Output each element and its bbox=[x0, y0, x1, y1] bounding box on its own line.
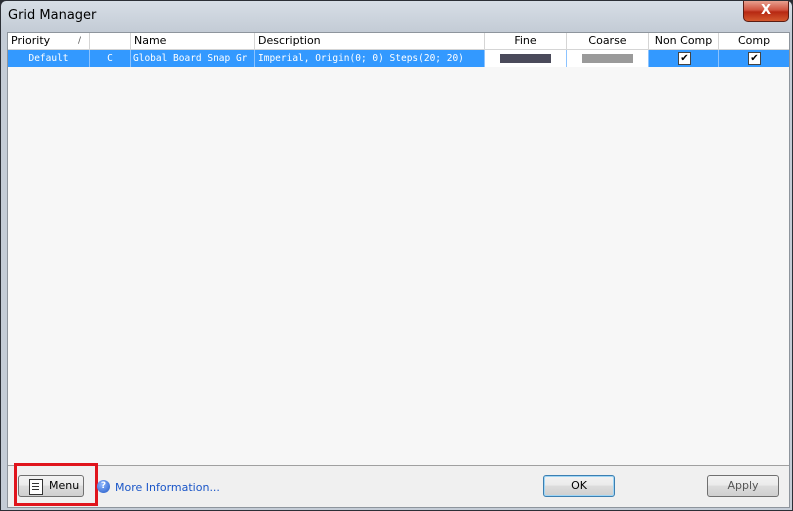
cell-non-comp: ✔ bbox=[649, 50, 719, 67]
grid-table[interactable]: Priority / Name Description Fine Coarse bbox=[8, 33, 789, 466]
column-header-fine[interactable]: Fine bbox=[485, 33, 567, 49]
cell-fine[interactable] bbox=[485, 50, 567, 67]
cell-comp: ✔ bbox=[719, 50, 789, 67]
cell-coarse[interactable] bbox=[567, 50, 649, 67]
close-icon: X bbox=[760, 3, 772, 18]
column-header-priority[interactable]: Priority / bbox=[8, 33, 90, 49]
window-title: Grid Manager bbox=[8, 8, 97, 23]
column-header-label: Coarse bbox=[588, 34, 627, 47]
column-header-description[interactable]: Description bbox=[255, 33, 485, 49]
cell-description: Imperial, Origin(0; 0) Steps(20; 20) bbox=[255, 50, 485, 67]
column-header-label: Comp bbox=[737, 34, 771, 47]
column-header-label: Non Comp bbox=[654, 34, 713, 47]
more-information-link[interactable]: More Information... bbox=[115, 481, 220, 494]
ok-button-label: OK bbox=[571, 479, 587, 492]
dialog-client-area: Priority / Name Description Fine Coarse bbox=[7, 32, 790, 508]
column-header-comp[interactable]: Comp bbox=[719, 33, 789, 49]
title-bar[interactable]: Grid Manager X bbox=[1, 1, 792, 31]
comp-checkbox[interactable]: ✔ bbox=[748, 52, 761, 65]
fine-color-swatch[interactable] bbox=[500, 54, 551, 63]
table-row[interactable]: Default C Global Board Snap Gr Imperial,… bbox=[8, 50, 789, 67]
table-header: Priority / Name Description Fine Coarse bbox=[8, 33, 789, 50]
column-header-name[interactable]: Name bbox=[131, 33, 255, 49]
close-button[interactable]: X bbox=[743, 1, 789, 22]
cell-name: Global Board Snap Gr bbox=[131, 50, 255, 67]
column-header-label: Name bbox=[134, 34, 167, 47]
cell-priority: Default bbox=[8, 50, 90, 67]
non-comp-checkbox[interactable]: ✔ bbox=[678, 52, 691, 65]
column-header-non-comp[interactable]: Non Comp bbox=[649, 33, 719, 49]
column-header-label: Description bbox=[258, 34, 321, 47]
ok-button[interactable]: OK bbox=[543, 475, 615, 497]
help-icon[interactable]: ? bbox=[97, 480, 110, 493]
apply-button[interactable]: Apply bbox=[707, 475, 779, 497]
cell-type: C bbox=[90, 50, 131, 67]
column-header-coarse[interactable]: Coarse bbox=[567, 33, 649, 49]
column-header-label: Priority bbox=[11, 34, 51, 47]
grid-manager-window: Grid Manager X Priority / Name Descripti… bbox=[0, 0, 793, 511]
column-header-type[interactable] bbox=[90, 33, 131, 49]
coarse-color-swatch[interactable] bbox=[582, 54, 633, 63]
menu-highlight-box bbox=[14, 463, 98, 506]
column-header-label: Fine bbox=[514, 34, 537, 47]
sort-indicator-icon: / bbox=[77, 36, 81, 46]
apply-button-label: Apply bbox=[727, 479, 759, 492]
